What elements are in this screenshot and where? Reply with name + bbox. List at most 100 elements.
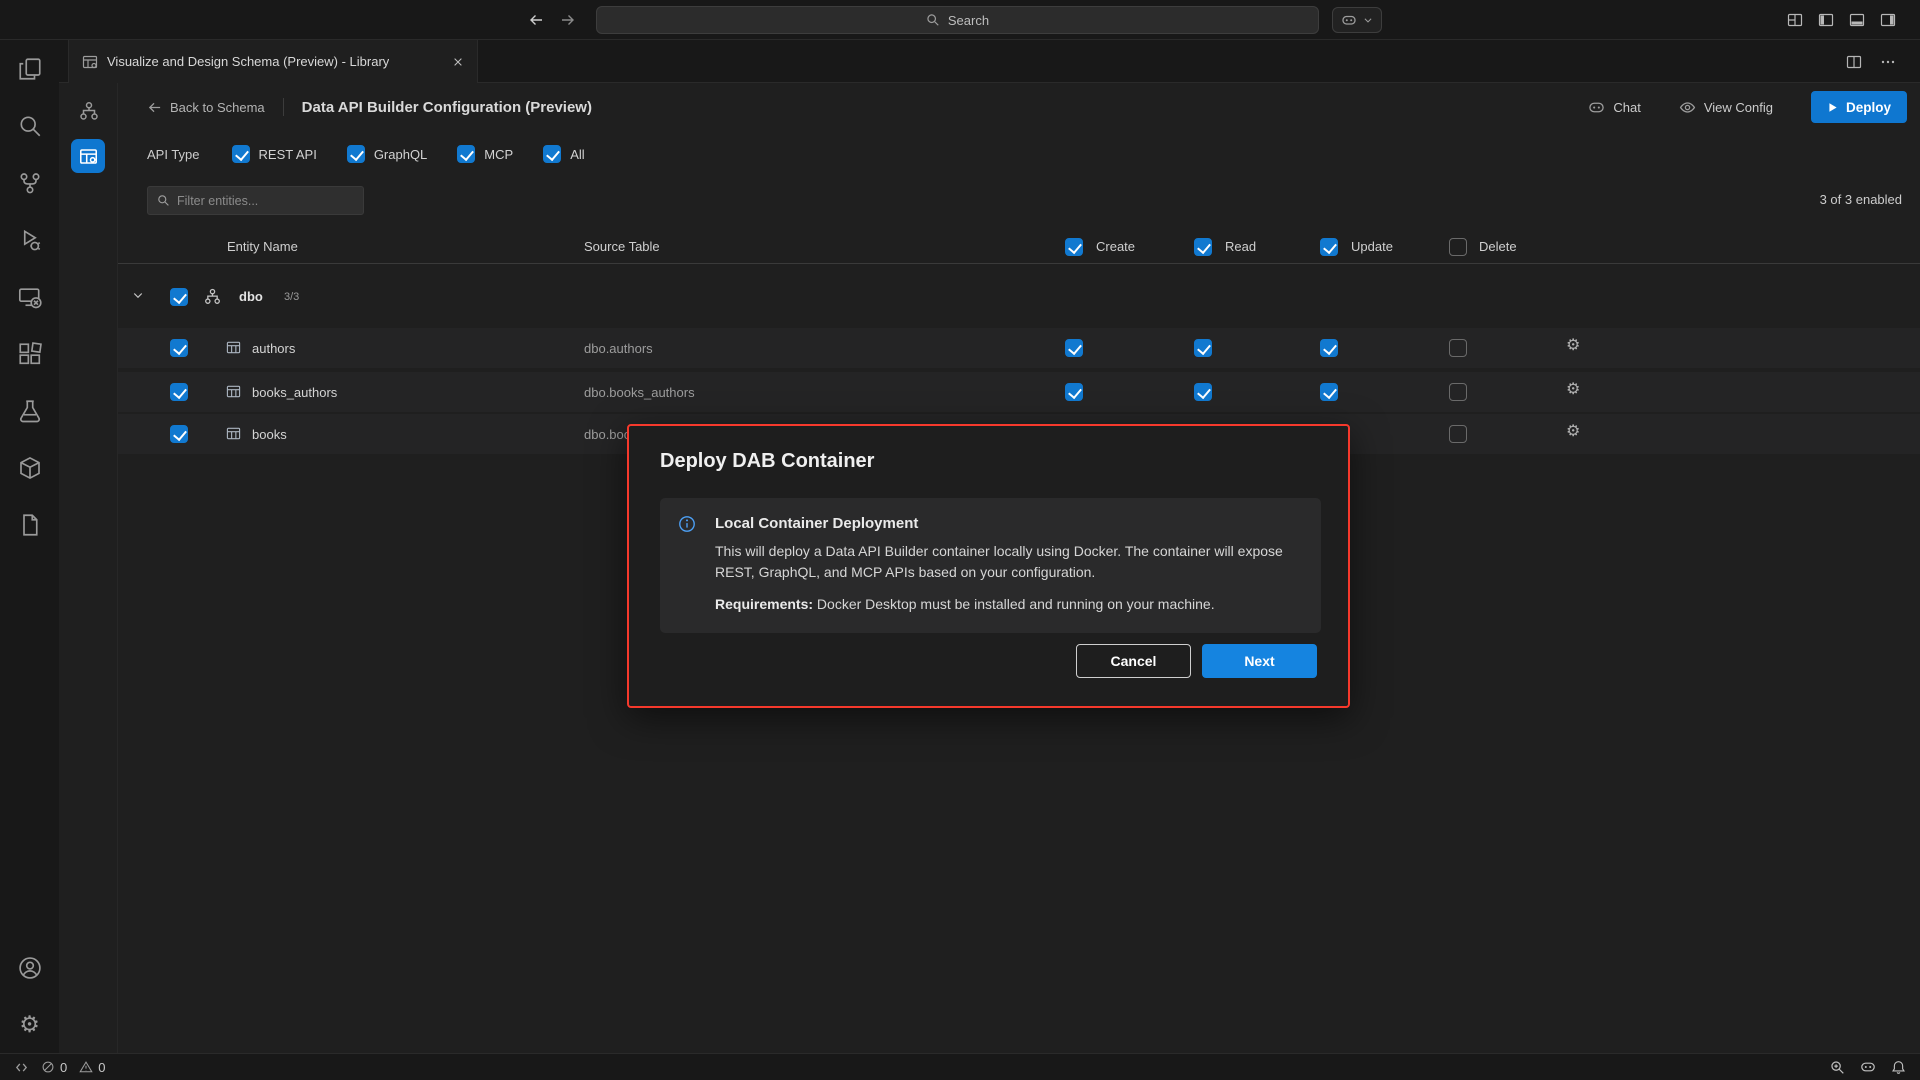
group-checkbox[interactable] xyxy=(170,288,188,306)
run-debug-icon[interactable] xyxy=(0,211,59,268)
all-checkbox[interactable] xyxy=(543,145,561,163)
chevron-down-icon[interactable] xyxy=(132,289,144,301)
read-all-checkbox[interactable] xyxy=(1194,238,1212,256)
warning-count: 0 xyxy=(98,1060,105,1075)
problems-warnings[interactable]: 0 xyxy=(79,1060,105,1075)
schema-icon xyxy=(204,288,221,305)
customize-layout-icon[interactable] xyxy=(1787,12,1803,28)
row-checkbox[interactable] xyxy=(170,339,188,357)
column-update: Update xyxy=(1351,239,1393,254)
toggle-secondary-sidebar-icon[interactable] xyxy=(1880,12,1896,28)
delete-checkbox[interactable] xyxy=(1449,383,1467,401)
api-option-all[interactable]: All xyxy=(543,145,584,163)
account-icon[interactable] xyxy=(0,939,59,996)
graphql-checkbox[interactable] xyxy=(347,145,365,163)
row-settings-gear-icon[interactable]: ⚙ xyxy=(1566,338,1580,354)
info-heading: Local Container Deployment xyxy=(715,515,918,532)
search-icon[interactable] xyxy=(0,97,59,154)
eye-icon xyxy=(1679,99,1696,116)
filter-entities-field[interactable] xyxy=(147,186,364,215)
column-read: Read xyxy=(1225,239,1256,254)
api-option-rest[interactable]: REST API xyxy=(232,145,317,163)
warning-icon xyxy=(79,1060,93,1074)
row-checkbox[interactable] xyxy=(170,425,188,443)
forward-arrow-icon[interactable] xyxy=(560,12,576,28)
back-arrow-icon xyxy=(147,100,162,115)
copilot-icon[interactable] xyxy=(1860,1059,1876,1075)
schema-group-row[interactable]: dbo 3/3 xyxy=(118,278,1920,316)
schema-view-icon[interactable] xyxy=(59,91,118,131)
package-icon[interactable] xyxy=(0,439,59,496)
search-placeholder: Search xyxy=(948,13,989,28)
copilot-icon xyxy=(1341,12,1357,28)
row-settings-gear-icon[interactable]: ⚙ xyxy=(1566,382,1580,398)
update-checkbox[interactable] xyxy=(1320,339,1338,357)
source-control-icon[interactable] xyxy=(0,154,59,211)
row-checkbox[interactable] xyxy=(170,383,188,401)
table-icon xyxy=(226,426,241,441)
column-delete: Delete xyxy=(1479,239,1517,254)
notifications-bell-icon[interactable] xyxy=(1891,1060,1906,1075)
create-all-checkbox[interactable] xyxy=(1065,238,1083,256)
settings-gear-icon[interactable]: ⚙ xyxy=(0,996,59,1053)
view-config-label: View Config xyxy=(1704,100,1773,115)
read-checkbox[interactable] xyxy=(1194,339,1212,357)
chat-button[interactable]: Chat xyxy=(1588,99,1640,116)
filter-entities-input[interactable] xyxy=(177,194,354,208)
table-row[interactable]: authors dbo.authors ⚙ xyxy=(118,328,1920,368)
explorer-icon[interactable] xyxy=(0,40,59,97)
dab-config-view-icon[interactable] xyxy=(71,139,105,173)
delete-checkbox[interactable] xyxy=(1449,425,1467,443)
back-arrow-icon[interactable] xyxy=(528,12,544,28)
create-checkbox[interactable] xyxy=(1065,383,1083,401)
requirements-label: Requirements: xyxy=(715,596,813,612)
extensions-icon[interactable] xyxy=(0,325,59,382)
enabled-summary: 3 of 3 enabled xyxy=(1820,192,1902,207)
file-icon[interactable] xyxy=(0,496,59,553)
search-input[interactable]: Search xyxy=(596,6,1319,34)
chevron-down-icon xyxy=(1363,15,1373,25)
remote-indicator-icon[interactable] xyxy=(14,1060,29,1075)
read-checkbox[interactable] xyxy=(1194,383,1212,401)
cancel-button[interactable]: Cancel xyxy=(1076,644,1191,678)
create-checkbox[interactable] xyxy=(1065,339,1083,357)
toggle-primary-sidebar-icon[interactable] xyxy=(1818,12,1834,28)
close-icon[interactable] xyxy=(452,56,464,68)
entity-name: books xyxy=(252,427,287,442)
delete-all-checkbox[interactable] xyxy=(1449,238,1467,256)
table-icon xyxy=(226,384,241,399)
tab-schema-designer[interactable]: Visualize and Design Schema (Preview) - … xyxy=(68,40,478,83)
copilot-menu-button[interactable] xyxy=(1332,7,1382,33)
zoom-icon[interactable] xyxy=(1830,1060,1845,1075)
tabbar: Visualize and Design Schema (Preview) - … xyxy=(59,40,1920,83)
update-checkbox[interactable] xyxy=(1320,383,1338,401)
table-row[interactable]: books_authors dbo.books_authors ⚙ xyxy=(118,372,1920,412)
info-box: Local Container Deployment This will dep… xyxy=(660,498,1321,633)
row-settings-gear-icon[interactable]: ⚙ xyxy=(1566,424,1580,440)
statusbar: 0 0 xyxy=(0,1053,1920,1080)
delete-checkbox[interactable] xyxy=(1449,339,1467,357)
back-to-schema-button[interactable]: Back to Schema xyxy=(147,100,265,115)
deploy-button[interactable]: Deploy xyxy=(1811,91,1907,123)
more-actions-icon[interactable] xyxy=(1880,54,1896,70)
activity-bar: ⚙ xyxy=(0,40,59,1053)
api-option-mcp[interactable]: MCP xyxy=(457,145,513,163)
update-all-checkbox[interactable] xyxy=(1320,238,1338,256)
testing-icon[interactable] xyxy=(0,382,59,439)
api-type-label: API Type xyxy=(147,147,200,162)
toggle-panel-icon[interactable] xyxy=(1849,12,1865,28)
error-icon xyxy=(41,1060,55,1074)
remote-window-icon[interactable] xyxy=(0,268,59,325)
rest-api-checkbox[interactable] xyxy=(232,145,250,163)
mcp-checkbox[interactable] xyxy=(457,145,475,163)
api-option-graphql[interactable]: GraphQL xyxy=(347,145,427,163)
tab-title: Visualize and Design Schema (Preview) - … xyxy=(107,54,389,69)
split-editor-icon[interactable] xyxy=(1846,54,1862,70)
info-icon xyxy=(678,515,696,533)
view-config-button[interactable]: View Config xyxy=(1679,99,1773,116)
problems-errors[interactable]: 0 xyxy=(41,1060,67,1075)
search-icon xyxy=(926,13,940,27)
play-icon xyxy=(1827,102,1838,113)
dialog-title: Deploy DAB Container xyxy=(660,450,874,473)
next-button[interactable]: Next xyxy=(1202,644,1317,678)
